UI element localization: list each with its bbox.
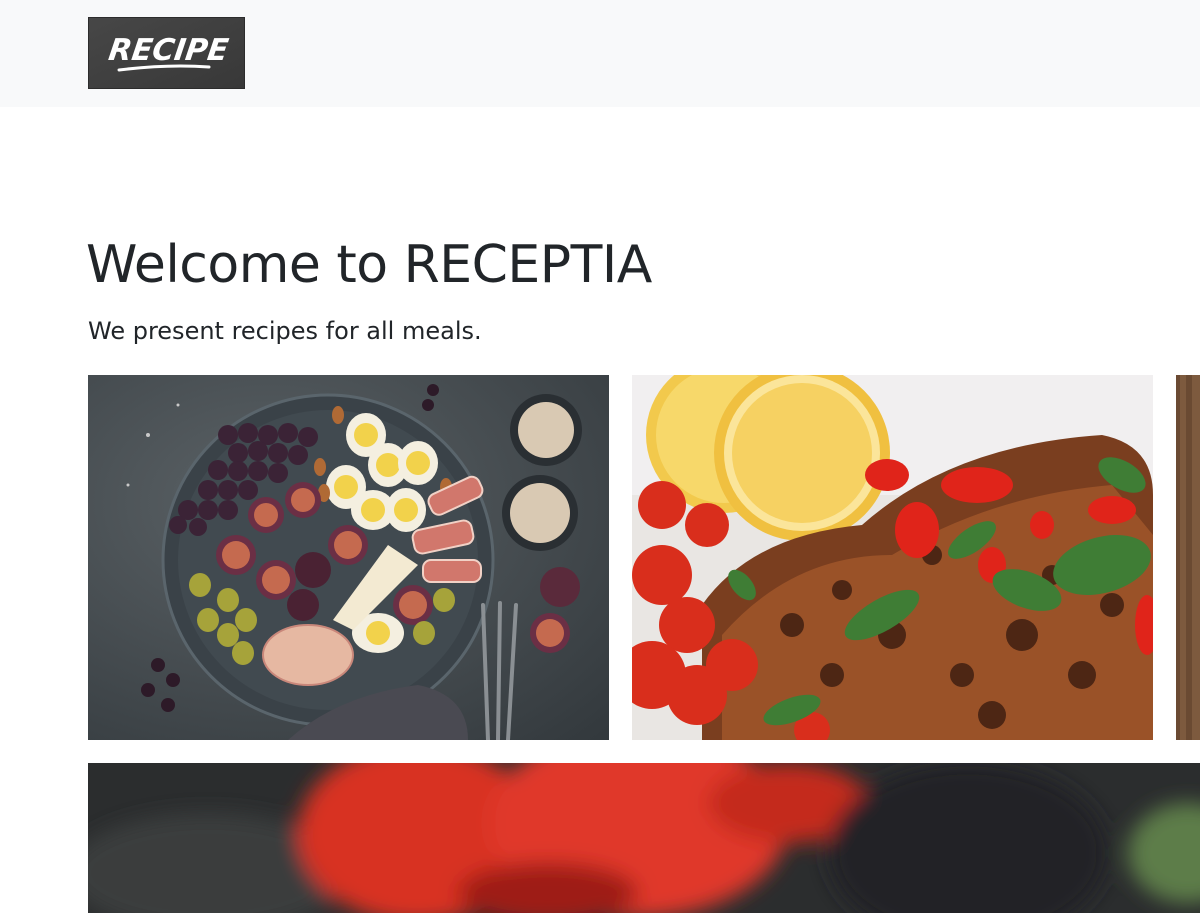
featured-banner-image[interactable]	[88, 763, 1200, 913]
logo-wordmark: RECIPE	[106, 33, 230, 68]
recipe-image-chicken[interactable]	[632, 375, 1153, 740]
navbar: RECIPE	[0, 0, 1200, 107]
page-subtitle: We present recipes for all meals.	[88, 317, 482, 345]
recipe-image-partial[interactable]	[1176, 375, 1200, 740]
page-title: Welcome to RECEPTIA	[86, 235, 652, 295]
recipe-image-platter[interactable]	[88, 375, 609, 740]
brand-logo[interactable]: RECIPE	[88, 17, 245, 89]
